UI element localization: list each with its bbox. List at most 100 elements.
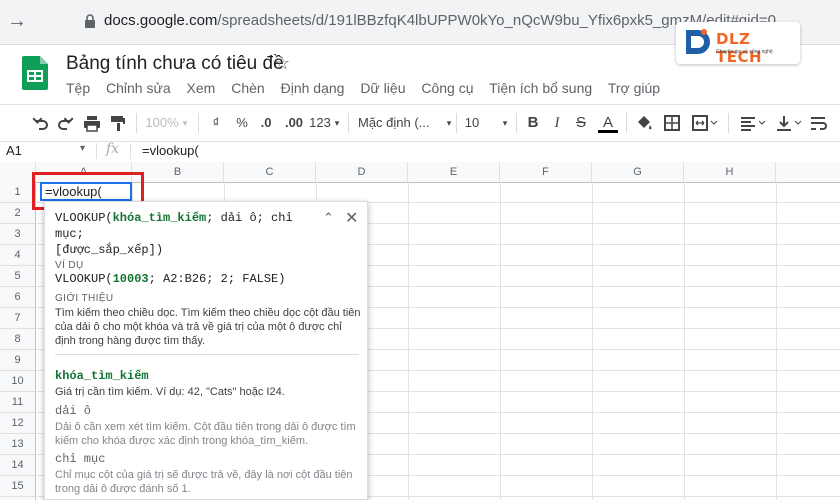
chevron-down-icon[interactable]: ▾ (332, 113, 342, 133)
text-wrapping-icon[interactable] (808, 113, 832, 133)
borders-icon[interactable] (662, 113, 682, 133)
argument-name: dải ô (55, 404, 92, 418)
lock-icon[interactable] (84, 14, 96, 28)
row-header[interactable]: 8 (0, 329, 36, 350)
help-divider (55, 354, 359, 355)
formula-bar-divider (130, 143, 131, 159)
star-icon[interactable]: ☆ (274, 53, 290, 74)
redo-icon[interactable] (56, 113, 76, 133)
example-label: VÍ DỤ (55, 260, 84, 271)
example-formula: VLOOKUP(10003; A2:B26; 2; FALSE) (55, 272, 285, 286)
select-all-corner[interactable] (0, 162, 36, 182)
function-help-popup: VLOOKUP(khóa_tìm_kiếm; dải ô; chỉ mục; [đ… (44, 201, 368, 500)
fill-color-icon[interactable] (634, 113, 654, 133)
horizontal-align-icon[interactable] (738, 113, 766, 133)
italic-button[interactable]: I (548, 113, 566, 133)
font-size-select[interactable]: 10 (462, 113, 482, 133)
function-signature: VLOOKUP(khóa_tìm_kiếm; dải ô; chỉ mục; [đ… (55, 210, 317, 258)
menu-edit[interactable]: Chỉnh sửa (106, 80, 171, 96)
menu-tools[interactable]: Công cụ (421, 80, 473, 96)
menu-format[interactable]: Định dạng (281, 80, 345, 96)
intro-label: GIỚI THIỆU (55, 293, 114, 304)
vertical-align-icon[interactable] (774, 113, 802, 133)
column-header-overflow (776, 162, 840, 182)
menu-data[interactable]: Dữ liệu (360, 80, 405, 96)
paint-format-icon[interactable] (108, 113, 128, 133)
row-header[interactable]: 15 (0, 476, 36, 497)
argument-name: khóa_tìm_kiếm (55, 369, 149, 383)
chevron-up-icon[interactable]: ⌃ (323, 210, 334, 226)
column-header[interactable]: H (684, 162, 776, 182)
chevron-down-icon[interactable]: ▾ (180, 113, 190, 133)
grid-line (684, 182, 685, 500)
column-header[interactable]: G (592, 162, 684, 182)
name-box[interactable]: A1 (6, 143, 22, 158)
menu-help[interactable]: Trợ giúp (608, 80, 660, 96)
argument-description: Chỉ mục cột của giá trị sẽ được trả về, … (55, 469, 353, 495)
currency-format-button[interactable]: ₫ (206, 113, 226, 133)
column-header[interactable]: D (316, 162, 408, 182)
number-format-select[interactable]: 123 (308, 113, 332, 133)
row-header[interactable]: 10 (0, 371, 36, 392)
print-icon[interactable] (82, 113, 102, 133)
row-header[interactable]: 7 (0, 308, 36, 329)
grid-line (408, 182, 409, 500)
toolbar-divider (626, 113, 627, 133)
brand-tagline: Chuyên gia về công nghệ (716, 49, 773, 55)
formula-input[interactable]: =vlookup( (142, 143, 199, 158)
dlz-tech-watermark: DLZ TECH Chuyên gia về công nghệ (676, 22, 800, 66)
argument-description: Dải ô cần xem xét tìm kiếm. Cột đầu tiên… (55, 421, 356, 447)
row-header[interactable]: 11 (0, 392, 36, 413)
row-header[interactable]: 14 (0, 455, 36, 476)
column-header[interactable]: E (408, 162, 500, 182)
increase-decimal-button[interactable]: .00 (282, 113, 306, 133)
row-header[interactable]: 1 (0, 182, 36, 203)
chevron-down-icon[interactable]: ▾ (80, 143, 85, 154)
row-header[interactable]: 6 (0, 287, 36, 308)
bold-button[interactable]: B (524, 113, 542, 133)
signature-optional-arg: [được_sắp_xếp]) (55, 243, 164, 257)
toolbar-divider (728, 113, 729, 133)
example-rest: ; A2:B26; 2; FALSE) (148, 272, 286, 286)
toolbar: 100% ▾ ₫ % .0 .00 123 ▾ Mặc định (... ▾ … (0, 104, 840, 142)
merge-cells-icon[interactable] (690, 113, 718, 133)
grid-line (592, 182, 593, 500)
intro-text: Tìm kiếm theo chiều dọc. Tìm kiếm theo c… (55, 307, 361, 347)
toolbar-divider (456, 113, 457, 133)
dlz-logo-icon (686, 29, 710, 54)
close-icon[interactable]: ✕ (345, 208, 358, 228)
argument-description: Giá trị cần tìm kiếm. Ví dụ: 42, "Cats" … (55, 386, 285, 398)
toolbar-divider (198, 113, 199, 133)
column-header[interactable]: B (132, 162, 224, 182)
undo-icon[interactable] (30, 113, 50, 133)
text-color-button[interactable]: A (598, 113, 618, 133)
menu-insert[interactable]: Chèn (231, 80, 264, 96)
row-header[interactable]: 3 (0, 224, 36, 245)
chevron-down-icon[interactable]: ▾ (444, 113, 454, 133)
font-family-select[interactable]: Mặc định (... (358, 113, 442, 133)
column-header[interactable]: F (500, 162, 592, 182)
decrease-decimal-button[interactable]: .0 (256, 113, 276, 133)
strikethrough-button[interactable]: S (572, 113, 590, 133)
formula-bar-divider (96, 143, 97, 159)
row-header[interactable]: 4 (0, 245, 36, 266)
fx-icon: fx (106, 141, 120, 157)
chevron-down-icon[interactable]: ▾ (500, 113, 510, 133)
menu-view[interactable]: Xem (187, 80, 216, 96)
row-header[interactable]: 12 (0, 413, 36, 434)
grid-line (500, 182, 501, 500)
row-header[interactable]: 2 (0, 203, 36, 224)
row-header[interactable]: 13 (0, 434, 36, 455)
google-sheets-logo-icon[interactable] (22, 56, 48, 90)
row-header[interactable]: 9 (0, 350, 36, 371)
column-header[interactable]: C (224, 162, 316, 182)
percent-format-button[interactable]: % (232, 113, 252, 133)
menu-file[interactable]: Tệp (66, 80, 90, 96)
menu-addons[interactable]: Tiện ích bổ sung (489, 80, 592, 96)
document-title[interactable]: Bảng tính chưa có tiêu đề (66, 53, 284, 75)
url-host: docs.google.com (104, 12, 218, 29)
zoom-select[interactable]: 100% (144, 113, 180, 133)
row-header[interactable]: 5 (0, 266, 36, 287)
menu-bar: Tệp Chỉnh sửa Xem Chèn Định dạng Dữ liệu… (66, 80, 672, 98)
forward-arrow-icon[interactable]: → (6, 10, 28, 32)
